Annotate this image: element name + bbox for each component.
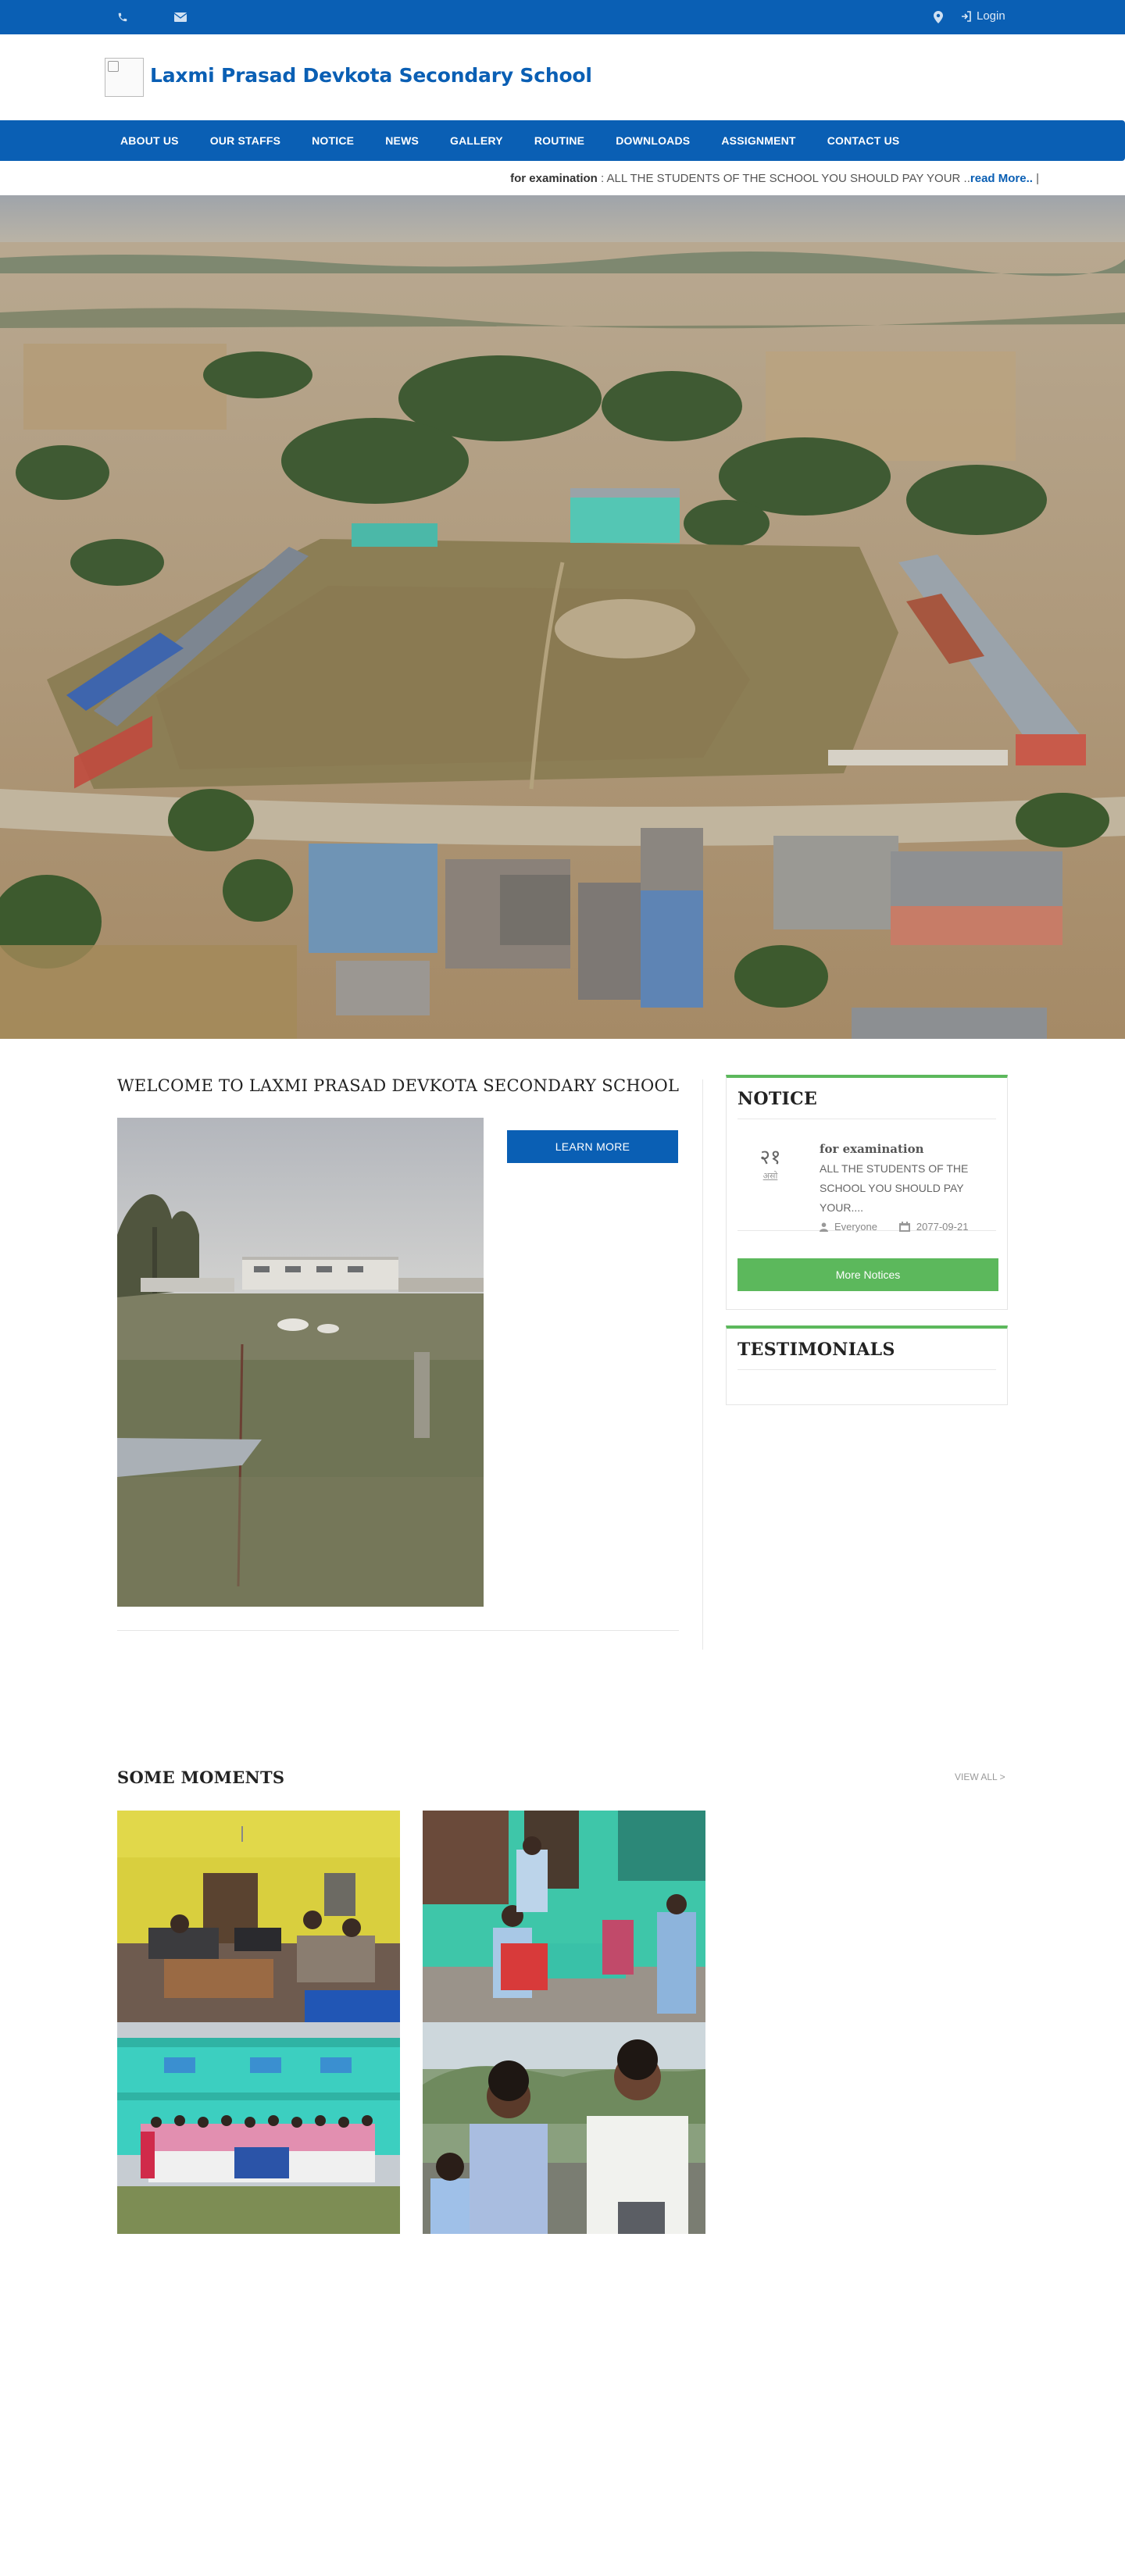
section-divider <box>117 1630 679 1631</box>
moment-photo-registration[interactable] <box>423 1811 705 2022</box>
notice-date-label: 2077-09-21 <box>916 1221 969 1233</box>
ticker-read-more-link[interactable]: read More.. <box>970 172 1033 185</box>
testimonials-heading: TESTIMONIALS <box>738 1340 996 1370</box>
notice-text: ALL THE STUDENTS OF THE SCHOOL YOU SHOUL… <box>820 1162 969 1214</box>
login-label: Login <box>977 9 1005 23</box>
nav-item-news[interactable]: NEWS <box>370 120 434 161</box>
nav-item-routine[interactable]: ROUTINE <box>519 120 600 161</box>
nav-item-downloads[interactable]: DOWNLOADS <box>600 120 705 161</box>
notice-ticker: for examination : ALL THE STUDENTS OF TH… <box>0 161 1125 195</box>
site-header: Laxmi Prasad Devkota Secondary School <box>0 34 1125 120</box>
envelope-icon[interactable] <box>173 10 188 24</box>
top-bar: Login <box>0 0 1125 34</box>
nav-item-contact-us[interactable]: CONTACT US <box>812 120 916 161</box>
phone-icon[interactable] <box>116 10 130 24</box>
nav-item-notice[interactable]: NOTICE <box>296 120 370 161</box>
nav-item-our-staffs[interactable]: OUR STAFFS <box>195 120 296 161</box>
notice-panel: NOTICE २१ असो for examination ALL THE ST… <box>726 1075 1008 1310</box>
column-divider <box>702 1079 703 1650</box>
notice-title[interactable]: for examination <box>820 1142 999 1156</box>
notice-date-badge: २१ असो <box>755 1145 786 1182</box>
ticker-separator: | <box>1032 172 1039 185</box>
nav-item-gallery[interactable]: GALLERY <box>434 120 519 161</box>
user-icon <box>820 1222 828 1232</box>
moment-photo-students[interactable] <box>423 2022 705 2234</box>
more-notices-button[interactable]: More Notices <box>738 1258 998 1291</box>
sign-in-icon <box>962 10 971 22</box>
moments-heading: SOME MOMENTS <box>117 1768 285 1787</box>
map-marker-icon[interactable] <box>931 10 945 24</box>
notice-day: २१ <box>759 1145 781 1168</box>
login-link[interactable]: Login <box>961 9 1005 23</box>
notice-published-date: 2077-09-21 <box>898 1221 969 1233</box>
ticker-text: : ALL THE STUDENTS OF THE SCHOOL YOU SHO… <box>597 172 970 185</box>
notice-item[interactable]: २१ असो for examination ALL THE STUDENTS … <box>738 1131 999 1233</box>
moment-photo-group[interactable] <box>117 2022 400 2234</box>
hero-banner-image <box>0 195 1125 1039</box>
main-nav: ABOUT US OUR STAFFS NOTICE NEWS GALLERY … <box>0 120 1125 161</box>
testimonials-panel: TESTIMONIALS <box>726 1325 1008 1405</box>
notice-audience: Everyone <box>820 1221 877 1233</box>
moment-photo-computer-lab[interactable] <box>117 1811 400 2022</box>
notice-audience-label: Everyone <box>834 1221 877 1233</box>
notice-heading: NOTICE <box>738 1089 996 1119</box>
welcome-title: WELCOME TO LAXMI PRASAD DEVKOTA SECONDAR… <box>117 1076 680 1095</box>
school-logo[interactable] <box>105 58 144 97</box>
calendar-icon <box>898 1222 910 1232</box>
nav-item-assignment[interactable]: ASSIGNMENT <box>705 120 811 161</box>
notice-month: असो <box>762 1172 778 1181</box>
view-all-link[interactable]: VIEW ALL > <box>955 1771 1005 1782</box>
ticker-title: for examination <box>510 172 598 185</box>
learn-more-button[interactable]: LEARN MORE <box>507 1130 678 1163</box>
welcome-school-image <box>117 1118 484 1607</box>
nav-item-about-us[interactable]: ABOUT US <box>105 120 195 161</box>
site-title[interactable]: Laxmi Prasad Devkota Secondary School <box>150 64 592 87</box>
